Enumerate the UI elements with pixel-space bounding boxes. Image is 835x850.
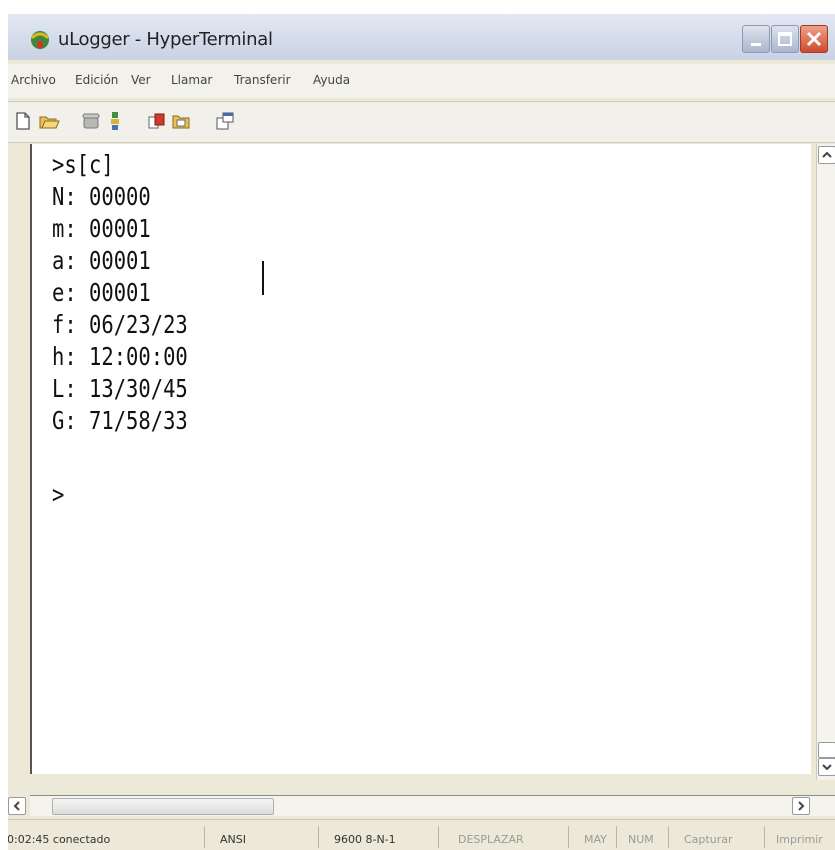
toolbar bbox=[8, 101, 835, 143]
chevron-up-icon bbox=[822, 151, 832, 158]
menu-llamar[interactable]: Llamar bbox=[171, 73, 212, 87]
status-port-settings: 9600 8-N-1 bbox=[334, 833, 396, 846]
new-icon[interactable] bbox=[12, 110, 34, 132]
terminal-line: G: 71/58/33 bbox=[52, 406, 188, 435]
scroll-right-button[interactable] bbox=[792, 797, 810, 815]
horizontal-scroll-thumb[interactable] bbox=[52, 798, 274, 815]
chevron-down-icon bbox=[822, 764, 832, 771]
properties-icon[interactable] bbox=[214, 110, 236, 132]
disconnect-icon[interactable] bbox=[104, 110, 126, 132]
scroll-up-button[interactable] bbox=[818, 146, 835, 164]
scroll-thumb[interactable] bbox=[818, 742, 835, 758]
status-caps: MAY bbox=[584, 833, 607, 846]
receive-icon[interactable] bbox=[170, 110, 192, 132]
close-button[interactable] bbox=[800, 25, 828, 53]
terminal-line: >s[c] bbox=[52, 150, 114, 179]
menu-ver[interactable]: Ver bbox=[131, 73, 151, 87]
send-icon[interactable] bbox=[146, 110, 168, 132]
window-title: uLogger - HyperTerminal bbox=[58, 29, 273, 50]
minimize-button[interactable] bbox=[742, 25, 770, 53]
status-separator bbox=[438, 826, 439, 848]
status-connection: 00:02:45 conectado bbox=[8, 833, 111, 846]
terminal-line: f: 06/23/23 bbox=[52, 310, 188, 339]
menu-ayuda[interactable]: Ayuda bbox=[313, 73, 350, 87]
status-scroll: DESPLAZAR bbox=[458, 833, 524, 846]
menu-archivo[interactable]: Archivo bbox=[11, 73, 56, 87]
chevron-left-icon bbox=[13, 801, 20, 811]
phone-icon[interactable] bbox=[80, 110, 102, 132]
hyperterminal-app-icon bbox=[30, 31, 50, 49]
status-separator bbox=[668, 826, 669, 848]
status-bar: 00:02:45 conectado ANSI 9600 8-N-1 DESPL… bbox=[8, 819, 835, 850]
title-bar: uLogger - HyperTerminal bbox=[8, 14, 835, 60]
menu-transferir[interactable]: Transferir bbox=[234, 73, 291, 87]
maximize-button[interactable] bbox=[771, 25, 799, 53]
terminal-line: N: 00000 bbox=[52, 182, 151, 211]
minimize-icon bbox=[751, 43, 761, 46]
status-print: Imprimir bbox=[776, 833, 823, 846]
terminal-line: a: 00001 bbox=[52, 246, 151, 275]
status-separator bbox=[204, 826, 205, 848]
terminal-line: h: 12:00:00 bbox=[52, 342, 188, 371]
maximize-icon bbox=[778, 32, 792, 46]
terminal-line: m: 00001 bbox=[52, 214, 151, 243]
hyperterminal-window: uLogger - HyperTerminal Archivo Edición … bbox=[8, 14, 835, 850]
vertical-scrollbar[interactable] bbox=[816, 144, 835, 780]
status-capture: Capturar bbox=[684, 833, 733, 846]
menu-edicion[interactable]: Edición bbox=[75, 73, 118, 87]
status-separator bbox=[318, 826, 319, 848]
horizontal-scrollbar[interactable] bbox=[8, 795, 835, 816]
text-cursor bbox=[262, 261, 264, 295]
status-separator bbox=[568, 826, 569, 848]
open-icon[interactable] bbox=[38, 110, 60, 132]
status-separator bbox=[616, 826, 617, 848]
scroll-left-button[interactable] bbox=[8, 797, 26, 815]
chevron-right-icon bbox=[798, 801, 805, 811]
terminal-prompt: > bbox=[52, 480, 65, 509]
status-emulation: ANSI bbox=[220, 833, 246, 846]
terminal-line: e: 00001 bbox=[52, 278, 151, 307]
status-separator bbox=[764, 826, 765, 848]
scroll-down-button[interactable] bbox=[818, 758, 835, 776]
status-num: NUM bbox=[628, 833, 654, 846]
terminal-line: L: 13/30/45 bbox=[52, 374, 188, 403]
terminal-output[interactable]: >s[c] N: 00000 m: 00001 a: 00001 e: 0000… bbox=[30, 144, 811, 774]
menu-bar: Archivo Edición Ver Llamar Transferir Ay… bbox=[8, 64, 835, 98]
close-icon bbox=[806, 31, 822, 47]
